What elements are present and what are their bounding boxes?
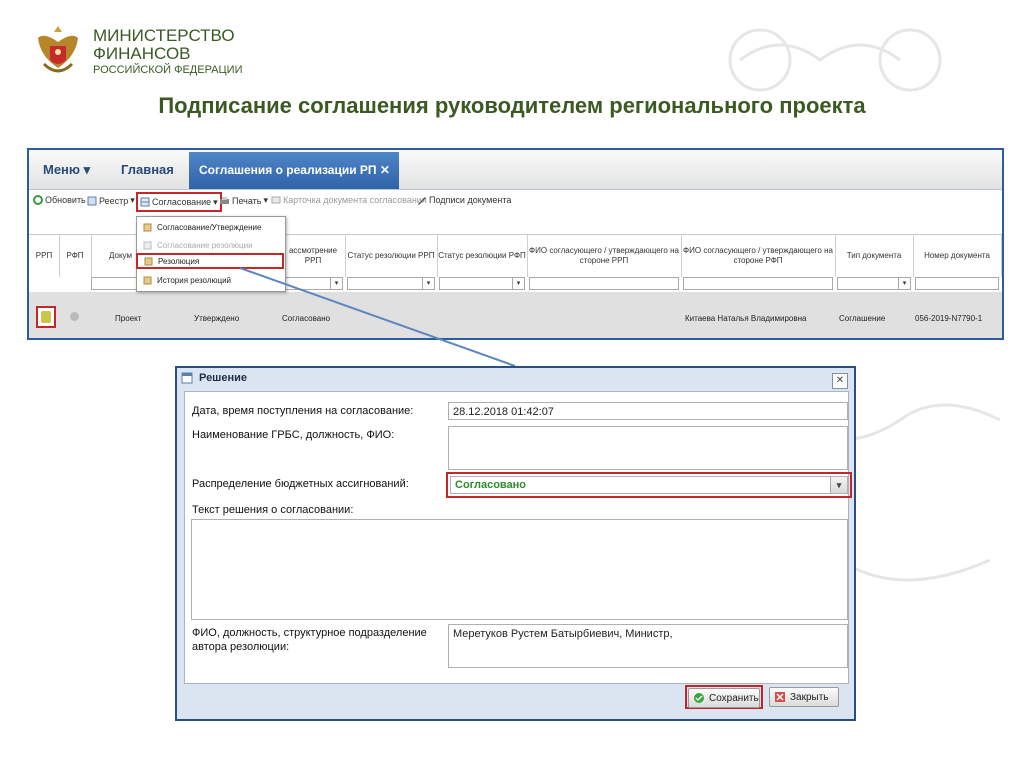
check-icon [694, 693, 704, 703]
agreement-dropdown-menu: Согласование/Утверждение Согласование ре… [136, 216, 286, 292]
chevron-down-icon[interactable]: ▾ [830, 477, 847, 493]
cell-status-rrp: Утверждено [194, 314, 240, 323]
top-nav-bar: Меню ▾ Главная Соглашения о реализации Р… [29, 150, 1002, 190]
card-icon [271, 196, 281, 204]
org-name-line3: РОССИЙСКОЙ ФЕДЕРАЦИИ [93, 64, 243, 76]
col-rfp[interactable]: РФП [59, 235, 92, 277]
label-author-line1: ФИО, должность, структурное подразделени… [192, 627, 427, 639]
card-button[interactable]: Карточка документа согласования [271, 195, 427, 205]
col-status-rfp[interactable]: Статус резолюции РФП [437, 235, 528, 277]
signatures-button[interactable]: Подписи документа [417, 195, 511, 205]
print-button[interactable]: Печать ▾ [219, 195, 268, 206]
ministry-emblem-logo [38, 26, 78, 73]
label-decision-text: Текст решения о согласовании: [192, 504, 354, 516]
label-date: Дата, время поступления на согласование: [192, 405, 414, 417]
slide-title: Подписание соглашения руководителем реги… [158, 93, 866, 118]
close-icon[interactable]: ✕ [832, 373, 848, 389]
col-doc-number[interactable]: Номер документа [913, 235, 1002, 277]
menu-item-resolution[interactable]: Резолюция [136, 253, 284, 269]
distribution-highlight: Согласовано ▾ [446, 472, 852, 498]
col-review-rrp[interactable]: ассмотрение РРП [281, 235, 346, 277]
close-button[interactable]: Закрыть [769, 687, 839, 707]
agreement-menu-button[interactable]: Согласование ▾ [136, 192, 222, 212]
close-icon [775, 692, 785, 702]
chevron-down-icon[interactable]: ▾ [422, 278, 434, 289]
pen-icon [418, 197, 426, 205]
document-icon [143, 223, 152, 231]
document-icon [143, 241, 152, 249]
chevron-down-icon[interactable]: ▾ [330, 278, 342, 289]
filter-review-rrp[interactable]: ▾ [283, 277, 343, 290]
filter-approver-rfp[interactable] [683, 277, 833, 290]
dialog-form: Дата, время поступления на согласование:… [184, 391, 852, 684]
label-distribution: Распределение бюджетных ассигнований: [192, 478, 409, 490]
toolbar: Обновить Реестр ▾ Согласование ▾ Печать ▾ К… [29, 190, 1002, 212]
cell-doc-number: 056-2019-N7790-1 [915, 314, 983, 323]
document-icon [144, 257, 153, 265]
printer-icon [220, 196, 229, 204]
col-approver-rfp[interactable]: ФИО согласующего / утверждающего на стор… [681, 235, 836, 277]
chevron-down-icon: ▾ [130, 195, 135, 205]
nav-main[interactable]: Главная [121, 150, 174, 189]
filter-approver-rrp[interactable] [529, 277, 679, 290]
cell-doc-type: Соглашение [839, 314, 886, 323]
org-name-line2: ФИНАНСОВ [93, 44, 191, 63]
cell-approver: Китаева Наталья Владимировна [685, 314, 807, 323]
col-doc-type[interactable]: Тип документа [835, 235, 914, 277]
refresh-icon [33, 195, 43, 205]
save-highlight: Сохранить [685, 685, 763, 709]
registry-button[interactable]: Реестр ▾ [87, 195, 135, 206]
filter-status-rrp[interactable]: ▾ [347, 277, 435, 290]
table-row[interactable]: Проект Утверждено Согласовано Китаева На… [29, 292, 1002, 338]
cell-doc-state: Проект [115, 314, 142, 323]
chevron-down-icon[interactable]: ▾ [898, 278, 910, 289]
rfp-status-dot-icon [70, 312, 79, 321]
label-grbs: Наименование ГРБС, должность, ФИО: [192, 429, 395, 441]
save-button[interactable]: Сохранить [688, 688, 760, 708]
date-field[interactable]: 28.12.2018 01:42:07 [448, 402, 848, 420]
cell-status-rfp: Согласовано [282, 314, 331, 323]
filter-status-rfp[interactable]: ▾ [439, 277, 525, 290]
col-rrp[interactable]: РРП [29, 235, 60, 277]
chevron-down-icon: ▾ [213, 196, 218, 207]
author-field[interactable]: Меретуков Рустем Батырбиевич, Министр, [448, 624, 848, 668]
table-icon [140, 197, 150, 207]
col-approver-rrp[interactable]: ФИО согласующего / утверждающего на стор… [527, 235, 682, 277]
distribution-select[interactable]: Согласовано ▾ [450, 476, 848, 494]
col-status-rrp[interactable]: Статус резолюции РРП [345, 235, 438, 277]
org-name-line1: МИНИСТЕРСТВО [93, 26, 235, 45]
label-author-line2: автора резолюции: [192, 641, 290, 653]
tab-agreements[interactable]: Соглашения о реализации РП ✕ [189, 152, 399, 189]
document-icon [143, 276, 152, 284]
registry-icon [87, 196, 97, 205]
menu-item-approval[interactable]: Согласование/Утверждение [137, 219, 283, 235]
nav-menu[interactable]: Меню ▾ [43, 150, 90, 189]
chevron-down-icon: ▾ [263, 195, 269, 205]
refresh-button[interactable]: Обновить [33, 195, 86, 205]
filter-doc-type[interactable]: ▾ [837, 277, 911, 290]
decision-text-field[interactable] [191, 519, 848, 620]
grbs-field[interactable] [448, 426, 848, 470]
filter-doc-number[interactable] [915, 277, 999, 290]
dialog-title: Решение [181, 372, 247, 384]
status-dot-icon [41, 311, 51, 323]
chevron-down-icon: ▾ [83, 162, 91, 177]
close-tab-icon[interactable]: ✕ [380, 163, 390, 177]
resolution-dialog: Решение ✕ Дата, время поступления на сог… [175, 366, 856, 721]
menu-item-resolution-history[interactable]: История резолюций [137, 272, 283, 288]
menu-item-resolution-approval[interactable]: Согласование резолюции [137, 237, 283, 253]
rrp-status-indicator[interactable] [36, 306, 56, 328]
chevron-down-icon[interactable]: ▾ [512, 278, 524, 289]
window-icon [181, 372, 193, 384]
